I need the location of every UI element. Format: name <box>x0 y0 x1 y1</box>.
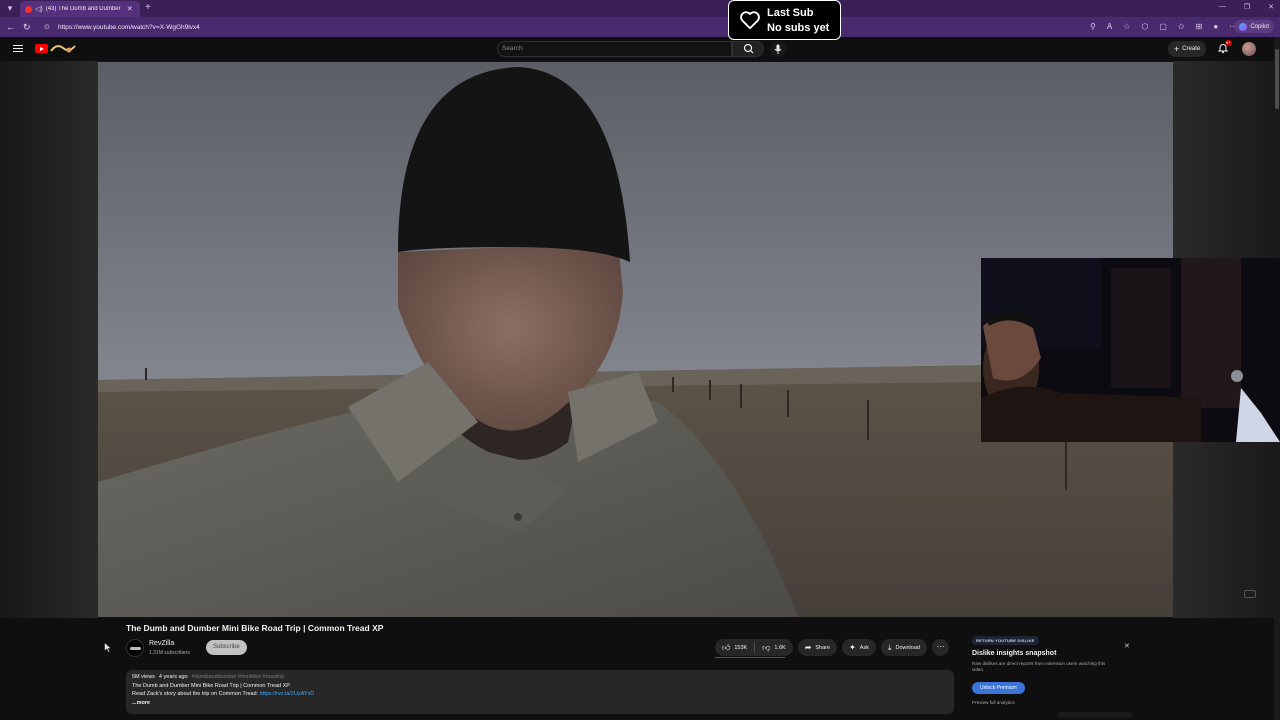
guide-menu-icon[interactable] <box>13 43 23 53</box>
like-ratio-bar <box>715 657 785 658</box>
restore-icon[interactable]: ❐ <box>1244 3 1250 11</box>
mouse-cursor-icon <box>104 642 112 653</box>
like-count: 153K <box>734 644 748 651</box>
minimize-icon[interactable]: — <box>1219 3 1226 11</box>
speaker-icon[interactable]: ◁) <box>35 5 43 13</box>
alert-subtitle: No subs yet <box>767 21 830 34</box>
webcam-overlay <box>981 258 1280 442</box>
heart-icon <box>740 11 760 30</box>
description-line-2: Read Zack's story about the trip on Comm… <box>132 691 948 697</box>
account-avatar[interactable] <box>1242 42 1256 56</box>
search-input[interactable]: Search <box>497 41 732 57</box>
thumbs-up-icon: 👍︎ <box>722 642 731 652</box>
browser-tab-bar: ▾ ◁) (43) The Dumb and Dumber ✕ + — ❐ ✕ <box>0 0 1280 17</box>
download-label: Download <box>895 644 920 651</box>
player-ambient-left <box>0 61 98 618</box>
read-aloud-icon[interactable]: A <box>1107 22 1112 31</box>
plus-icon: + <box>1174 44 1180 54</box>
description-line-2-text: Read Zack's story about the trip on Comm… <box>132 691 260 697</box>
favorites-icon[interactable]: ✩ <box>1178 22 1185 31</box>
url-text[interactable]: https://www.youtube.com/watch?v=X-WgGh9l… <box>58 24 200 31</box>
view-count: 5M views <box>132 674 155 680</box>
youtube-masthead: Search + Create 9+ <box>0 37 1280 61</box>
miniplayer-icon[interactable] <box>1244 590 1256 598</box>
description-link[interactable]: https://rvz.la/2UzAYxD <box>260 691 315 697</box>
tab-title: (43) The Dumb and Dumber <box>45 6 121 12</box>
hashtags[interactable]: #dumbanddumber #minibike #roadtrip <box>192 674 285 680</box>
scrollbar-thumb[interactable] <box>1275 49 1279 109</box>
close-tab-icon[interactable]: ✕ <box>127 5 133 13</box>
address-bar-row: ← ↻ ⊙ https://www.youtube.com/watch?v=X-… <box>0 17 1280 37</box>
preview-analytics-link[interactable]: Preview full analytics <box>972 700 1015 705</box>
copilot-label: Copilot <box>1250 23 1269 30</box>
youtube-favicon-icon <box>25 5 32 13</box>
panel-footer-bar <box>1057 712 1133 718</box>
zoom-icon[interactable]: ⚲ <box>1090 22 1096 31</box>
thumbs-down-icon: 👎︎ <box>762 642 771 652</box>
close-window-icon[interactable]: ✕ <box>1268 3 1274 11</box>
channel-name[interactable]: RevZilla <box>149 640 174 647</box>
address-bar[interactable]: ⊙ https://www.youtube.com/watch?v=X-WgGh… <box>40 20 1100 34</box>
profile-icon[interactable]: ● <box>1213 22 1218 31</box>
voice-search-button[interactable] <box>770 41 786 57</box>
download-button[interactable]: ⤓ Download <box>880 639 927 656</box>
panel-title: Dislike insights snapshot <box>972 650 1057 657</box>
like-button[interactable]: 👍︎ 153K <box>715 639 754 656</box>
alert-title: Last Sub <box>767 6 814 19</box>
webcam-frame <box>981 258 1280 442</box>
video-title: The Dumb and Dumber Mini Bike Road Trip … <box>126 623 384 633</box>
extensions-icon[interactable]: ⬡ <box>1141 22 1148 31</box>
download-icon: ⤓ <box>887 642 892 652</box>
favorite-star-icon[interactable]: ☆ <box>1123 22 1130 31</box>
address-bar-icons: ⚲ A ☆ ⬡ ▢ ✩ ⊞ ● ⋯ <box>1090 22 1237 31</box>
description-meta: 5M views 4 years ago #dumbanddumber #min… <box>132 674 948 680</box>
video-actions: 👍︎ 153K 👎︎ 1.6K ➦ Share ✦ Ask ⤓ Download… <box>715 639 949 656</box>
dislike-button[interactable]: 👎︎ 1.6K <box>755 639 792 656</box>
tab-actions-icon[interactable]: ▾ <box>4 2 16 14</box>
channel-subscriber-count: 1.31M subscribers <box>149 650 190 656</box>
collections-icon[interactable]: ⊞ <box>1196 22 1203 31</box>
youtube-doodle-logo[interactable] <box>49 41 77 55</box>
microphone-icon <box>774 44 782 54</box>
like-dislike-group: 👍︎ 153K 👎︎ 1.6K <box>715 639 793 656</box>
create-label: Create <box>1182 46 1201 52</box>
description-box[interactable]: 5M views 4 years ago #dumbanddumber #min… <box>126 670 954 714</box>
more-actions-icon[interactable]: ⋯ <box>931 639 949 656</box>
upload-age: 4 years ago <box>158 674 188 680</box>
show-more-button[interactable]: ...more <box>132 700 948 706</box>
share-icon: ➦ <box>804 643 812 652</box>
youtube-logo-icon[interactable] <box>35 44 48 53</box>
sparkle-icon: ✦ <box>849 643 856 652</box>
search-button[interactable] <box>732 41 764 57</box>
share-label: Share <box>815 644 831 651</box>
description-line-1: The Dumb and Dumber Mini Bike Road Trip … <box>132 682 290 689</box>
new-tab-icon[interactable]: + <box>145 2 151 14</box>
dislike-count: 1.6K <box>774 644 786 651</box>
unlock-premium-button[interactable]: Unlock Premium <box>972 682 1025 694</box>
site-info-icon[interactable]: ⊙ <box>44 23 52 31</box>
notifications-badge: 9+ <box>1225 40 1232 46</box>
ask-button[interactable]: ✦ Ask <box>842 639 876 656</box>
copilot-button[interactable]: Copilot <box>1234 20 1274 33</box>
close-panel-icon[interactable]: ✕ <box>1124 642 1130 650</box>
panel-subtitle: Raw dislikes are direct reports from ext… <box>972 661 1106 672</box>
back-icon[interactable]: ← <box>6 21 15 33</box>
share-button[interactable]: ➦ Share <box>797 639 838 656</box>
dislike-insights-panel: RETURN YOUTUBE DISLIKE ✕ Dislike insight… <box>967 632 1137 720</box>
channel-avatar[interactable] <box>126 639 144 657</box>
split-screen-icon[interactable]: ▢ <box>1159 22 1167 31</box>
copilot-icon <box>1239 22 1248 31</box>
subscribe-button[interactable]: Subscribe <box>206 640 247 655</box>
window-controls: — ❐ ✕ <box>1219 3 1274 11</box>
ask-label: Ask <box>859 644 869 651</box>
extension-badge: RETURN YOUTUBE DISLIKE <box>972 636 1039 645</box>
browser-tab[interactable]: ◁) (43) The Dumb and Dumber ✕ <box>20 1 140 17</box>
last-sub-alert: Last Sub No subs yet <box>728 0 841 40</box>
search-icon <box>743 43 754 54</box>
create-button[interactable]: + Create <box>1168 41 1207 57</box>
refresh-icon[interactable]: ↻ <box>23 21 31 33</box>
